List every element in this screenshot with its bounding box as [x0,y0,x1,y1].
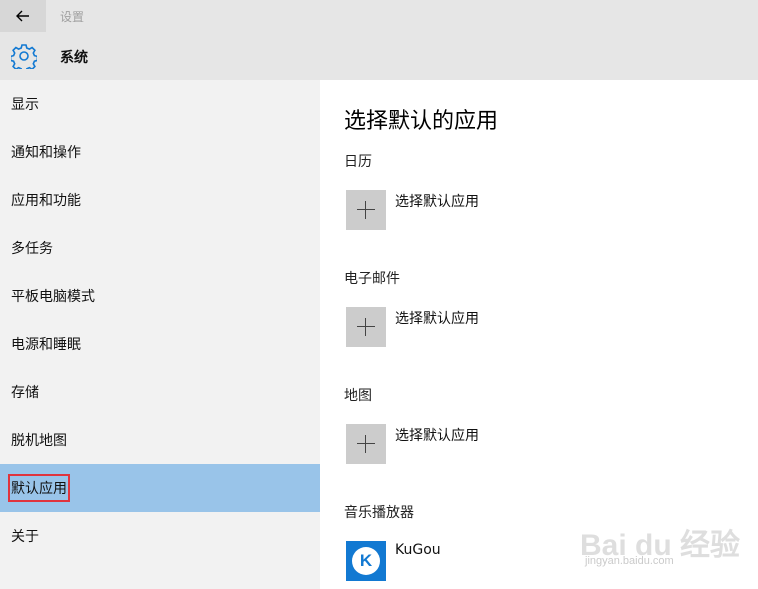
choose-default-app-email[interactable]: 选择默认应用 [395,308,479,328]
back-button[interactable] [0,0,46,32]
sidebar-item-label: 平板电脑模式 [11,289,95,305]
back-arrow-icon [16,10,29,22]
sidebar-item-label: 脱机地图 [11,433,67,449]
sidebar-item-label: 通知和操作 [11,145,81,161]
category-label-music: 音乐播放器 [344,505,414,521]
section-title: 系统 [60,50,88,66]
sidebar-item-default-apps[interactable]: 默认应用 [0,464,320,512]
sidebar-item-notifications[interactable]: 通知和操作 [0,128,320,176]
sidebar-item-power-sleep[interactable]: 电源和睡眠 [0,320,320,368]
gear-icon [11,44,37,69]
choose-default-app-calendar[interactable]: 选择默认应用 [395,191,479,211]
sidebar-item-label: 显示 [11,97,39,113]
main-content: 选择默认的应用 日历 选择默认应用 电子邮件 选择默认应用 地图 选择默认应用 … [320,80,758,589]
sidebar-item-label: 存储 [11,385,39,401]
choose-default-app-maps[interactable]: 选择默认应用 [395,425,479,445]
sidebar-item-offline-maps[interactable]: 脱机地图 [0,416,320,464]
category-label-maps: 地图 [344,388,372,404]
sidebar-item-label: 应用和功能 [11,193,81,209]
sidebar-item-tablet-mode[interactable]: 平板电脑模式 [0,272,320,320]
sidebar-item-label: 电源和睡眠 [11,337,81,353]
category-label-calendar: 日历 [344,154,372,170]
sidebar-item-display[interactable]: 显示 [0,80,320,128]
sidebar-item-label: 多任务 [11,241,53,257]
page-title: 选择默认的应用 [344,109,499,134]
default-app-music[interactable]: KuGou [395,542,441,558]
add-icon[interactable] [346,307,386,347]
kugou-logo-icon: K [352,547,380,575]
sidebar-item-about[interactable]: 关于 [0,512,320,560]
sidebar-item-label: 关于 [11,529,39,545]
kugou-app-icon[interactable]: K [346,541,386,581]
add-icon[interactable] [346,424,386,464]
window-title: 设置 [60,10,85,24]
title-bar: 设置 系统 [0,0,758,80]
sidebar: 显示 通知和操作 应用和功能 多任务 平板电脑模式 电源和睡眠 存储 脱机地图 … [0,80,320,589]
sidebar-item-apps-features[interactable]: 应用和功能 [0,176,320,224]
category-label-email: 电子邮件 [344,271,400,287]
add-icon[interactable] [346,190,386,230]
watermark-url: jingyan.baidu.com [585,555,674,567]
sidebar-item-storage[interactable]: 存储 [0,368,320,416]
sidebar-item-label: 默认应用 [8,474,70,502]
sidebar-item-multitasking[interactable]: 多任务 [0,224,320,272]
